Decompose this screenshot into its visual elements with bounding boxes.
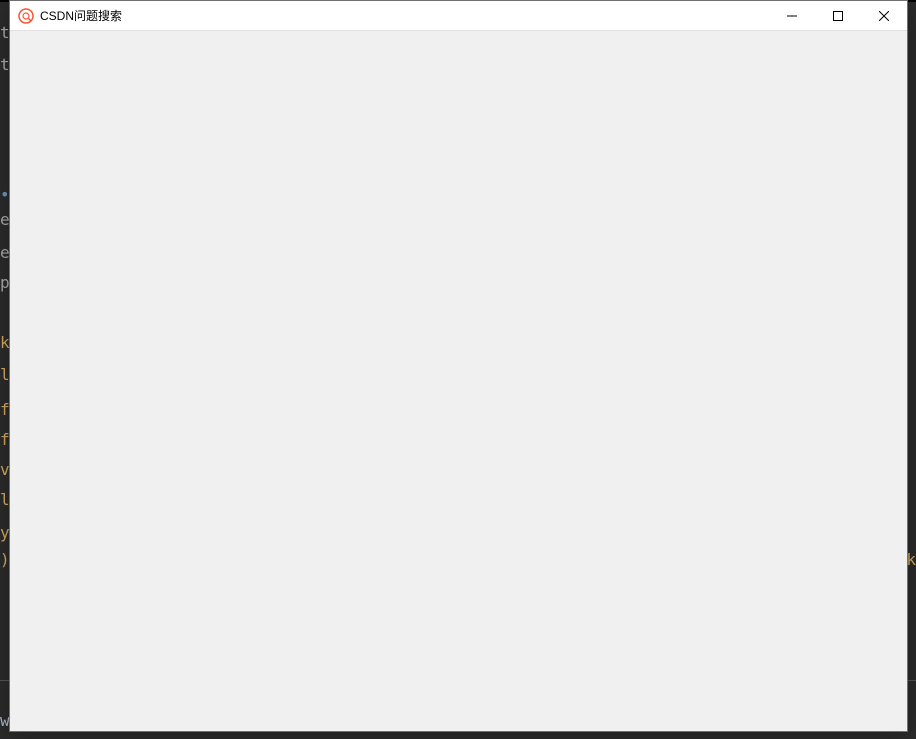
- window-content-area: [10, 31, 907, 731]
- window-titlebar[interactable]: CSDN问题搜索: [10, 1, 907, 31]
- close-icon: [879, 11, 889, 21]
- window-controls: [769, 1, 907, 30]
- csdn-icon: [18, 8, 34, 24]
- minimize-button[interactable]: [769, 1, 815, 31]
- app-window: CSDN问题搜索: [9, 0, 908, 732]
- maximize-button[interactable]: [815, 1, 861, 31]
- window-title: CSDN问题搜索: [40, 7, 769, 24]
- maximize-icon: [833, 11, 843, 21]
- minimize-icon: [787, 11, 797, 21]
- close-button[interactable]: [861, 1, 907, 31]
